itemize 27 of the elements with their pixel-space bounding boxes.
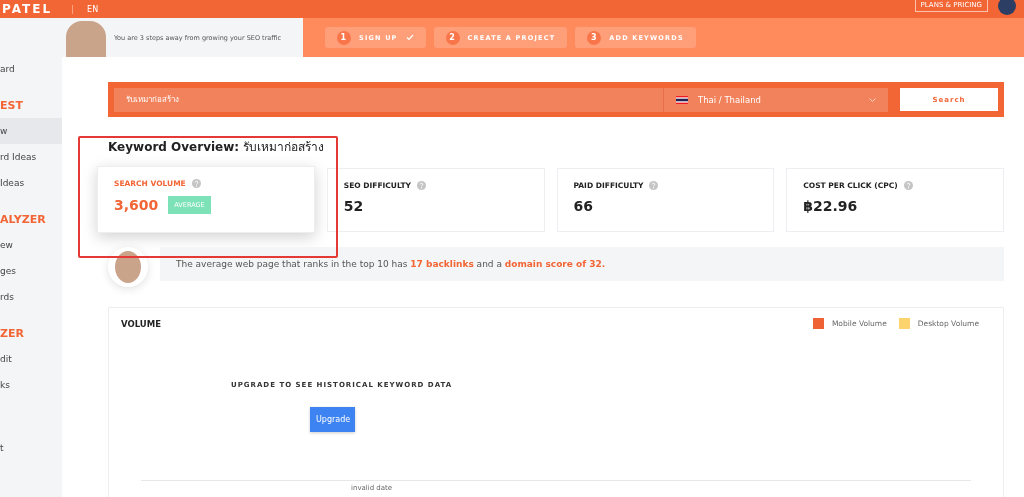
- page-title: Keyword Overview:: [108, 140, 240, 154]
- location-text: Thai / Thailand: [698, 94, 762, 105]
- sidebar-item[interactable]: rd Ideas: [0, 144, 62, 170]
- metric-value: 66: [573, 198, 593, 214]
- step-number: 3: [587, 30, 602, 45]
- sidebar-item[interactable]: w: [0, 118, 62, 144]
- step-number: 1: [337, 30, 351, 45]
- sidebar-item[interactable]: ew: [0, 232, 62, 258]
- sidebar-item[interactable]: rds: [0, 284, 62, 310]
- metric-value: ฿22.96: [803, 198, 858, 214]
- metric-value: 3,600: [114, 197, 159, 213]
- panel-title: VOLUME: [121, 318, 161, 329]
- sidebar-item[interactable]: Ideas: [0, 170, 62, 196]
- sidebar-section-heading: ZER: [0, 325, 25, 342]
- upgrade-button[interactable]: Upgrade: [310, 407, 355, 432]
- logo-text: PATEL: [2, 2, 53, 16]
- keyword-title: รับเหมาก่อสร้าง: [243, 139, 325, 156]
- sidebar-item[interactable]: ard: [0, 56, 62, 82]
- sidebar-item[interactable]: ges: [0, 258, 62, 284]
- sidebar-section-heading: EST: [0, 97, 24, 114]
- sidebar-item[interactable]: t: [0, 435, 62, 461]
- metric-value: 52: [343, 198, 364, 214]
- sidebar-section-heading: ALYZER: [0, 211, 47, 228]
- sidebar-item[interactable]: ks: [0, 372, 62, 398]
- tip-text: The average web page that ranks in the top 10 has 17 backlinks and a domain score of 32.: [176, 259, 606, 269]
- sidebar-item[interactable]: dit: [0, 346, 62, 372]
- step-number: 2: [445, 30, 460, 45]
